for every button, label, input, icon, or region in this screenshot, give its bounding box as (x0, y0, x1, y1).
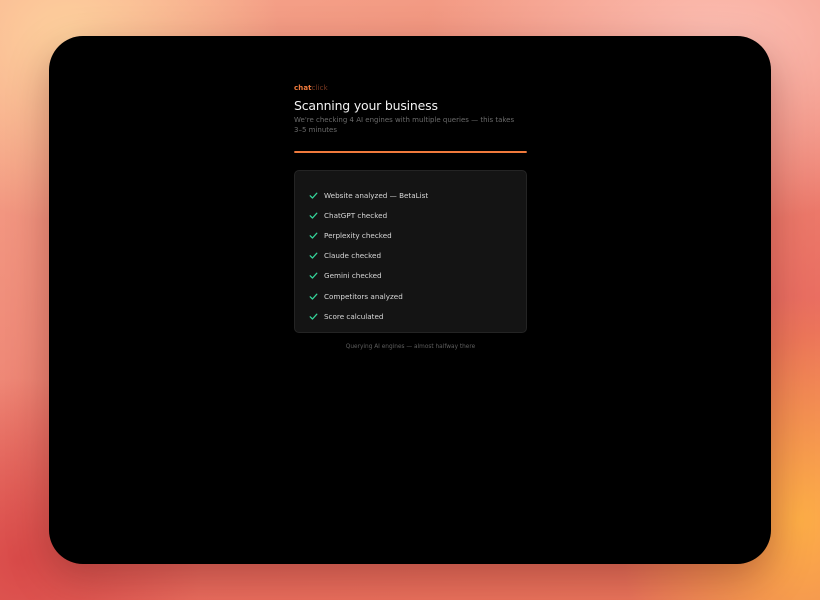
brand-logo-part-2: click (311, 84, 328, 92)
step-label: Website analyzed — BetaList (324, 190, 429, 200)
check-icon (309, 292, 318, 301)
status-message: Querying AI engines — almost halfway the… (345, 344, 476, 350)
scan-panel: chatclick Scanning your business We're c… (294, 84, 527, 351)
check-icon (309, 191, 318, 200)
step-label: Perplexity checked (324, 230, 392, 240)
step-item: Score calculated (309, 306, 526, 326)
check-icon (309, 231, 318, 240)
page-title: Scanning your business (294, 98, 438, 113)
step-label: Competitors analyzed (324, 291, 403, 301)
check-icon (309, 271, 318, 280)
app-window: chatclick Scanning your business We're c… (49, 36, 771, 564)
step-item: Claude checked (309, 246, 526, 266)
check-icon (309, 312, 318, 321)
step-label: Gemini checked (324, 271, 382, 281)
progress-bar (294, 151, 527, 153)
brand-logo: chatclick (294, 84, 527, 93)
step-item: Gemini checked (309, 266, 526, 286)
steps-card: Website analyzed — BetaList ChatGPT chec… (294, 170, 527, 333)
step-label: Score calculated (324, 311, 384, 321)
step-label: ChatGPT checked (324, 210, 388, 220)
check-icon (309, 251, 318, 260)
brand-logo-part-1: chat (294, 84, 312, 92)
step-item: ChatGPT checked (309, 205, 526, 225)
page-subtitle: We're checking 4 AI engines with multipl… (294, 116, 515, 134)
step-item: Competitors analyzed (309, 286, 526, 306)
check-icon (309, 211, 318, 220)
progress-bar-fill (294, 151, 527, 153)
step-item: Perplexity checked (309, 225, 526, 245)
step-item: Website analyzed — BetaList (309, 185, 526, 205)
step-label: Claude checked (324, 251, 382, 261)
